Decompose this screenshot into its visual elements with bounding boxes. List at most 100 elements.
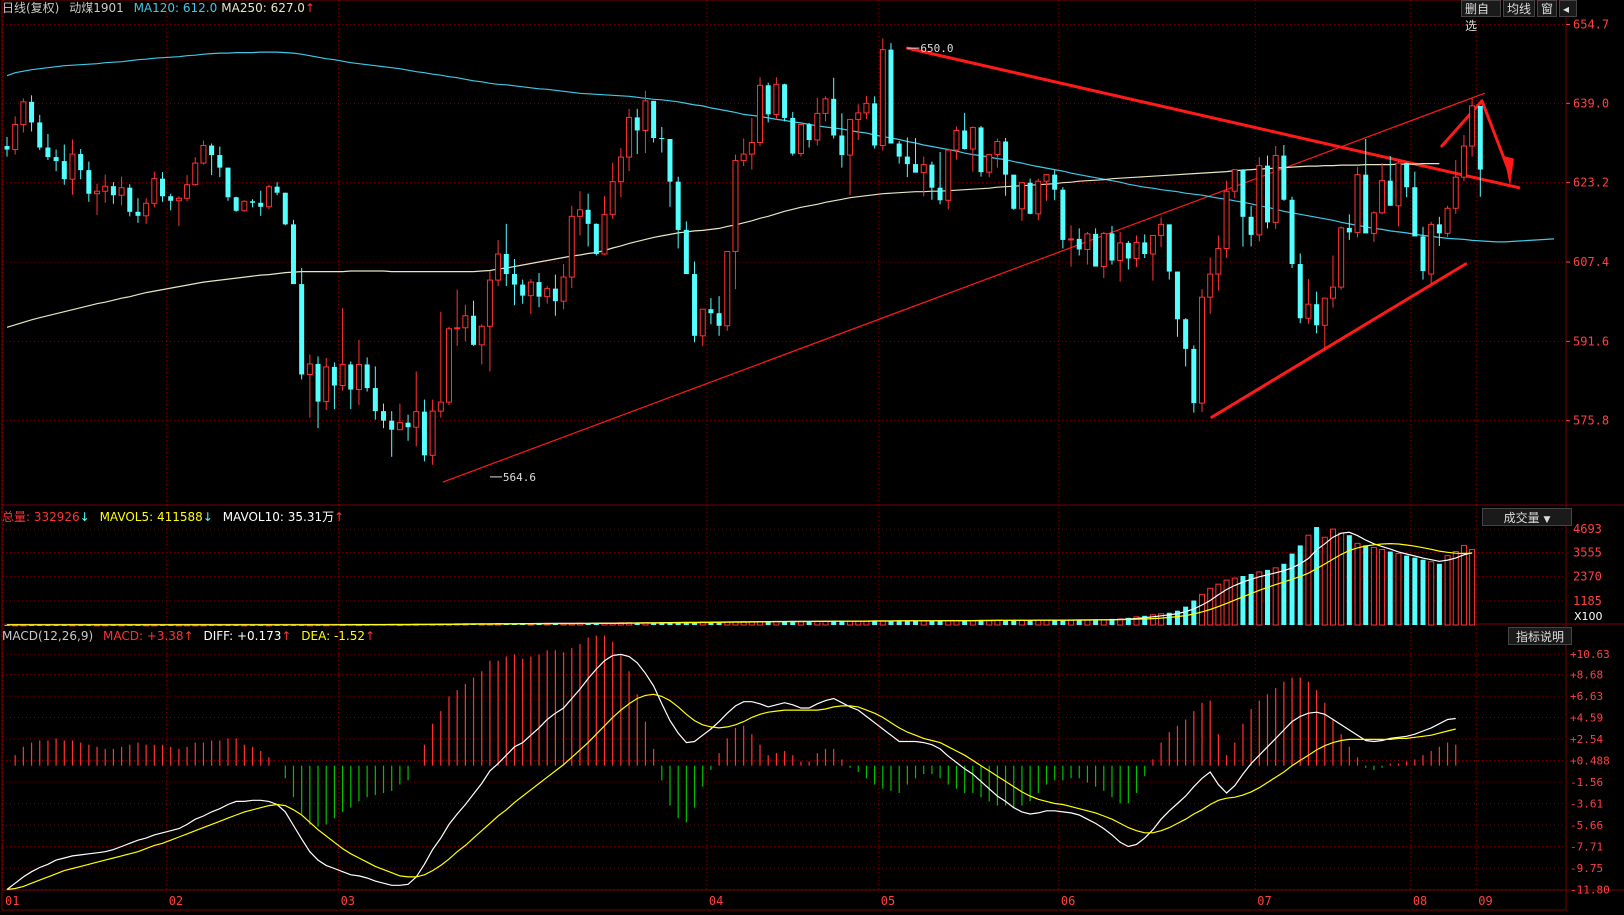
candle-body-down	[372, 388, 378, 412]
month-tick-label: 02	[169, 894, 183, 908]
candle-body-up	[445, 328, 452, 403]
volume-bar-up	[1199, 593, 1206, 626]
candle-body-up	[1100, 232, 1107, 268]
volume-bar-up	[1338, 532, 1345, 626]
candle-body-up	[969, 126, 976, 150]
chevron-down-icon: ▼	[1543, 515, 1551, 525]
kline-chart[interactable]: 650.0 564.6 654.7 639.0 623.2 607.4 591.6 575.…	[0, 0, 1624, 915]
candle-body-down	[765, 85, 771, 115]
candle-body-down	[692, 274, 698, 336]
candle-body-up	[576, 209, 583, 217]
macd-name-label: MACD(12,26,9)	[2, 629, 94, 643]
candle-body-up	[1223, 190, 1230, 249]
candle-body-up	[20, 101, 27, 125]
collapse-icon[interactable]: ◂	[1559, 0, 1577, 17]
candle-body-up	[1379, 180, 1386, 214]
candle-body-up	[617, 156, 624, 183]
candle-body-up	[986, 154, 993, 173]
macd-tick-label: +8.68	[1570, 669, 1603, 682]
volume-bar-up	[1035, 619, 1042, 626]
candle-body-down	[1109, 233, 1115, 261]
candle-body-up	[102, 185, 109, 192]
candle-body-up	[1329, 286, 1336, 299]
candle-body-down	[593, 223, 599, 254]
candle-body-down	[904, 156, 910, 165]
candle-body-down	[168, 196, 174, 201]
volume-bar-up	[1395, 553, 1402, 626]
candle-body-down	[520, 284, 526, 296]
candle-body-down	[1240, 169, 1246, 217]
volume-bar-up	[1321, 536, 1328, 626]
candle-body-down	[381, 411, 387, 421]
volume-bar-up	[1305, 534, 1312, 626]
candle-body-down	[160, 178, 166, 197]
volume-bar-down	[1387, 551, 1393, 625]
candle-body-up	[192, 162, 199, 186]
candle-body-down	[872, 103, 878, 146]
volume-bar-down	[1412, 557, 1418, 625]
candle-body-up	[1084, 233, 1091, 250]
volume-bar-down	[1297, 545, 1303, 625]
candle-body-up	[323, 366, 330, 403]
volume-bar-up	[1215, 583, 1222, 626]
candle-body-down	[888, 49, 894, 144]
ma-line-button[interactable]: 均线	[1503, 0, 1535, 17]
y-axis-labels: 654.7 639.0 623.2 607.4 591.6 575.8 4693 3555 23…	[1566, 18, 1610, 897]
candle-body-down	[790, 117, 796, 154]
candle-body-up	[118, 187, 125, 196]
candle-body-up	[486, 279, 493, 327]
candle-body-up	[527, 281, 534, 297]
candle-body-down	[806, 124, 812, 141]
low-price-label: 564.6	[503, 471, 536, 484]
candle-body-down	[53, 157, 59, 162]
month-tick-label: 03	[341, 894, 355, 908]
volume-bar-up	[1379, 548, 1386, 626]
candle-body-down	[651, 100, 657, 138]
volume-bar-down	[1076, 619, 1082, 625]
price-tick-label: 639.0	[1573, 96, 1609, 110]
candle-body-up	[814, 112, 821, 141]
macd-tick-label: +4.59	[1570, 712, 1603, 725]
volume-bar-up	[1018, 619, 1025, 626]
indicator-help-button[interactable]: 指标说明	[1508, 627, 1572, 645]
candle-body-up	[773, 83, 780, 115]
volume-bar-up	[1428, 561, 1435, 626]
volume-bar-down	[1093, 619, 1099, 625]
candle-body-down	[1125, 242, 1131, 259]
indicator-selector[interactable]: 成交量 ▼	[1482, 508, 1572, 526]
candle-body-down	[209, 145, 215, 156]
volume-bar-down	[896, 620, 902, 625]
macd-header: MACD(12,26,9) MACD: +3.38↑ DIFF: +0.173↑…	[2, 628, 381, 644]
candle-body-down	[1314, 304, 1320, 326]
candle-body-down	[282, 192, 288, 225]
candle-body-up	[454, 327, 461, 330]
candle-body-down	[37, 122, 43, 148]
candle-body-up	[757, 84, 764, 144]
candle-body-down	[675, 181, 681, 230]
candle-body-down	[1297, 264, 1303, 319]
candle-body-up	[1338, 227, 1345, 288]
month-tick-label: 06	[1061, 894, 1075, 908]
candle-body-down	[1093, 233, 1099, 267]
delete-watchlist-button[interactable]: 删自选	[1461, 0, 1501, 33]
volume-bar-up	[1469, 548, 1476, 626]
volume-bar-down	[1248, 573, 1254, 625]
candle-body-down	[978, 127, 984, 173]
candle-body-down	[274, 186, 280, 193]
candle-body-down	[1387, 180, 1393, 206]
month-tick-label: 01	[5, 894, 19, 908]
candle-body-up	[855, 112, 862, 120]
window-button[interactable]: 窗	[1537, 0, 1557, 17]
macd-tick-label: +6.63	[1570, 690, 1603, 703]
candle-body-down	[1289, 199, 1295, 265]
candle-body-up	[306, 363, 313, 375]
macd-tick-label: -11.80	[1570, 884, 1610, 897]
candle-body-down	[225, 167, 231, 198]
candle-body-up	[1043, 174, 1050, 182]
candle-body-up	[1117, 242, 1124, 262]
candle-body-down	[1477, 105, 1483, 170]
price-tick-label: 607.4	[1573, 255, 1609, 269]
candle-body-up	[265, 186, 272, 208]
volume-bar-up	[1272, 567, 1279, 626]
candle-body-down	[1060, 189, 1066, 240]
